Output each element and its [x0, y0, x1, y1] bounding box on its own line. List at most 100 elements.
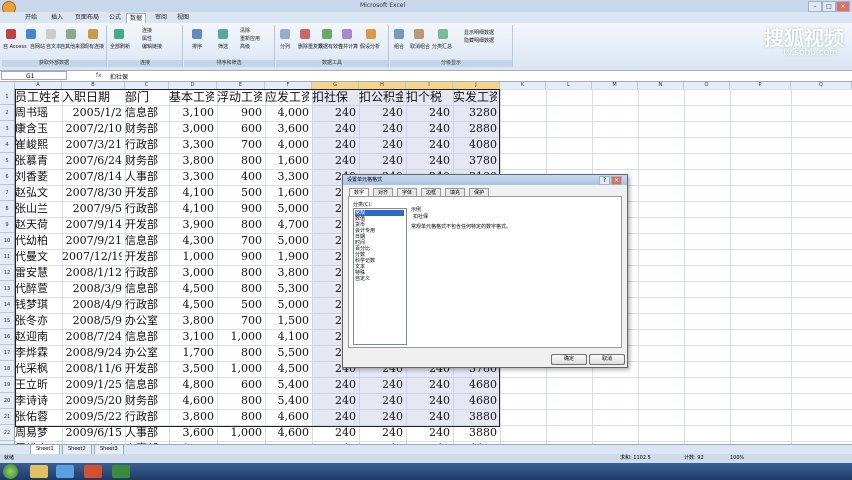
table-cell[interactable]: 4,600	[265, 409, 310, 425]
show-detail-button[interactable]: 显示明细数据	[464, 29, 494, 36]
formula-input[interactable]: 扣社保	[110, 72, 128, 81]
row-header[interactable]: 12	[0, 265, 14, 281]
table-cell[interactable]: 1,000	[217, 329, 263, 345]
table-cell[interactable]: 5,500	[265, 345, 310, 361]
table-cell[interactable]: 240	[312, 409, 356, 425]
table-cell[interactable]: 240	[359, 377, 403, 393]
column-title[interactable]: 扣社保	[312, 89, 356, 105]
table-cell[interactable]: 开发部	[125, 185, 166, 201]
row-header[interactable]: 19	[0, 377, 14, 393]
table-cell[interactable]: 2007/6/24	[62, 153, 122, 169]
table-cell[interactable]: 800	[217, 345, 262, 361]
table-cell[interactable]: 信息部	[125, 329, 166, 345]
row-header[interactable]: 18	[0, 361, 14, 377]
clear-button[interactable]: 清除	[240, 27, 250, 34]
table-cell[interactable]: 4,100	[265, 329, 310, 345]
table-cell[interactable]: 240	[359, 153, 403, 169]
table-cell[interactable]: 400	[217, 169, 262, 185]
table-cell[interactable]: 240	[406, 121, 450, 137]
column-header[interactable]: D	[169, 82, 217, 89]
table-cell[interactable]: 240	[312, 121, 356, 137]
dialog-close-button[interactable]: ×	[611, 176, 622, 185]
table-cell[interactable]: 800	[217, 265, 262, 281]
table-cell[interactable]: 3,600	[169, 425, 215, 441]
table-cell[interactable]: 周书瑶	[15, 105, 59, 121]
from-web-button[interactable]: 自网站	[30, 43, 45, 50]
row-header[interactable]: 16	[0, 329, 14, 345]
table-cell[interactable]: 行政部	[125, 201, 166, 217]
table-cell[interactable]: 李诗诗	[15, 393, 59, 409]
table-cell[interactable]: 240	[359, 121, 403, 137]
table-cell[interactable]: 开发部	[125, 249, 166, 265]
table-cell[interactable]: 800	[217, 217, 262, 233]
table-cell[interactable]: 4680	[453, 377, 497, 393]
column-header[interactable]: J	[453, 82, 500, 89]
table-cell[interactable]: 5,000	[265, 233, 310, 249]
existing-connections-button[interactable]: 现有连接	[84, 43, 104, 50]
maximize-button[interactable]: □	[822, 1, 836, 12]
table-cell[interactable]: 财务部	[125, 153, 166, 169]
column-title[interactable]: 应发工资	[265, 89, 309, 105]
column-header[interactable]: Q	[791, 82, 852, 89]
table-cell[interactable]: 赵弘文	[15, 185, 59, 201]
table-cell[interactable]: 4080	[453, 137, 497, 153]
ok-button[interactable]: 确定	[551, 354, 587, 365]
taskbar-app-icon[interactable]	[56, 465, 74, 478]
from-other-button[interactable]: 自其他来源	[60, 43, 85, 50]
row-header[interactable]: 22	[0, 425, 14, 441]
table-cell[interactable]: 900	[217, 201, 262, 217]
table-cell[interactable]: 3,300	[169, 169, 215, 185]
table-cell[interactable]: 2008/11/6	[62, 361, 122, 377]
table-cell[interactable]: 800	[217, 281, 262, 297]
table-cell[interactable]: 240	[359, 425, 403, 441]
row-header[interactable]: 8	[0, 201, 14, 217]
table-cell[interactable]: 2007/2/10	[62, 121, 122, 137]
column-title[interactable]: 基本工资	[169, 89, 214, 105]
column-header[interactable]: G	[312, 82, 359, 89]
table-cell[interactable]: 700	[217, 313, 262, 329]
tab-formulas[interactable]: 公式	[106, 13, 124, 22]
table-cell[interactable]: 240	[359, 409, 403, 425]
table-cell[interactable]: 240	[406, 105, 450, 121]
column-title[interactable]: 部门	[125, 89, 166, 105]
table-cell[interactable]: 4,800	[169, 377, 215, 393]
table-cell[interactable]: 2009/5/20	[62, 393, 122, 409]
taskbar-app-icon[interactable]	[30, 465, 48, 478]
table-cell[interactable]: 5,400	[265, 377, 310, 393]
table-cell[interactable]: 2008/5/9	[62, 313, 122, 329]
table-cell[interactable]: 行政部	[125, 137, 166, 153]
close-button[interactable]: ×	[836, 1, 850, 12]
column-header[interactable]: A	[15, 82, 62, 89]
table-cell[interactable]: 刘香菱	[15, 169, 59, 185]
what-if-button[interactable]: 假设分析	[360, 43, 380, 50]
filter-button[interactable]: 筛选	[218, 43, 228, 50]
table-cell[interactable]: 张冬亦	[15, 313, 59, 329]
table-cell[interactable]: 4,700	[265, 217, 310, 233]
category-list[interactable]: 常规 数值 货币 会计专用 日期 时间 百分比 分数 科学记数 文本 特殊 自定…	[353, 208, 407, 345]
table-cell[interactable]: 240	[406, 377, 450, 393]
table-cell[interactable]: 3280	[453, 105, 497, 121]
table-cell[interactable]: 开发部	[125, 361, 166, 377]
table-cell[interactable]: 4,500	[169, 281, 215, 297]
subtotal-button[interactable]: 分类汇总	[432, 43, 452, 50]
column-header[interactable]: E	[217, 82, 265, 89]
from-text-button[interactable]: 自文本	[46, 43, 61, 50]
table-cell[interactable]: 700	[217, 233, 262, 249]
table-cell[interactable]: 财务部	[125, 393, 166, 409]
column-header[interactable]: F	[265, 82, 312, 89]
table-cell[interactable]: 4,100	[169, 185, 215, 201]
table-cell[interactable]: 1,500	[265, 313, 310, 329]
table-cell[interactable]: 4680	[453, 393, 497, 409]
table-cell[interactable]: 2880	[453, 121, 497, 137]
column-header[interactable]: I	[406, 82, 453, 89]
tab-home[interactable]: 开始	[22, 13, 40, 22]
minimize-button[interactable]: –	[808, 1, 822, 12]
table-cell[interactable]: 赵天荷	[15, 217, 59, 233]
table-cell[interactable]: 4,600	[265, 425, 310, 441]
table-cell[interactable]: 崔峻熙	[15, 137, 59, 153]
tab-view[interactable]: 视图	[174, 13, 192, 22]
table-cell[interactable]: 王立昕	[15, 377, 59, 393]
select-all-corner[interactable]	[0, 82, 15, 89]
row-header[interactable]: 17	[0, 345, 14, 361]
text-to-columns-button[interactable]: 分列	[280, 43, 290, 50]
